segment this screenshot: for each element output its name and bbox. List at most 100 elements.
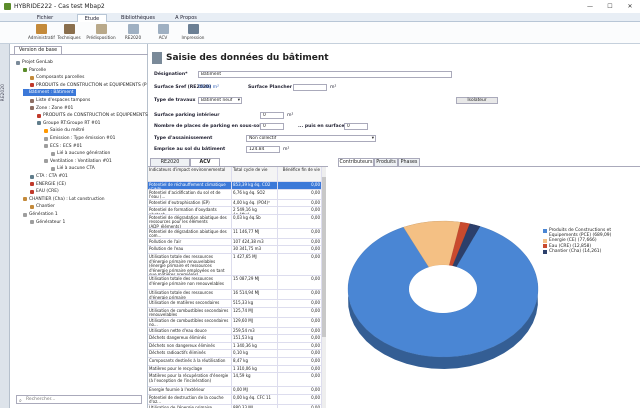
table-row[interactable]: Utilisation de combustibles secondaires …	[148, 307, 322, 318]
table-row[interactable]: Pollution de l'air 107 424,38 m3 0,00	[148, 238, 322, 247]
tree-item[interactable]: PRODUITS de CONSTRUCTION et EQUIPEMENTS …	[30, 82, 147, 89]
tree-node-icon	[30, 75, 34, 80]
tree-item[interactable]: EAU (CRE)	[30, 188, 59, 195]
tree-item[interactable]: Liste d'espaces tampons	[30, 97, 90, 104]
tree-item[interactable]: Lié à aucune génération	[51, 150, 110, 157]
assainissement-select[interactable]: Non collectif	[246, 135, 376, 142]
table-cell: 1 340,36 kg	[232, 342, 278, 350]
project-tree: Projet GenLab Parcelle Composants parcelle…	[10, 54, 148, 393]
tree-item[interactable]: Composants parcelles	[30, 74, 84, 81]
tree-item[interactable]: CTA : CTA #01	[30, 173, 68, 180]
emprise-field[interactable]: 124.84	[246, 146, 280, 153]
version-de-base-tab[interactable]: Version de base	[14, 46, 63, 54]
tree-node-icon	[30, 189, 34, 194]
table-row[interactable]: Potentiel de dégradation abiotique des c…	[148, 228, 322, 239]
table-scrollbar[interactable]	[322, 167, 326, 408]
techniques-button[interactable]: Techniques	[56, 24, 82, 43]
tree-item[interactable]: Parcelle	[23, 67, 46, 74]
table-row[interactable]: Déchets radioactifs éliminés 0,10 kg 0,00	[148, 350, 322, 358]
table-cell: 0,00	[278, 342, 322, 350]
minimize-button[interactable]: —	[580, 3, 600, 10]
parking-field[interactable]: 0	[260, 112, 284, 119]
tree-item[interactable]: Ventilation : Ventilation #01	[44, 158, 112, 165]
travaux-label: Type de travaux	[154, 98, 196, 103]
tree-node-icon	[30, 204, 34, 209]
places-field[interactable]: 0	[260, 123, 284, 130]
table-cell: Utilisation totale des ressources d'éner…	[148, 290, 232, 299]
tree-item[interactable]: Bâtiment : Bâtiment	[23, 89, 76, 97]
administratif-button[interactable]: Administratif	[28, 24, 55, 43]
parking-label: Surface parking intérieur	[154, 113, 220, 118]
tab-a-propos[interactable]: A Propos	[168, 14, 204, 22]
acv-button[interactable]: ACV	[150, 24, 176, 43]
techniques-icon	[63, 24, 75, 34]
isolateur-button[interactable]: Isolateur	[456, 97, 498, 104]
tree-item[interactable]: Générateur 1	[30, 219, 65, 226]
tree-item[interactable]: Groupe RT:Groupe RT #01	[37, 120, 100, 127]
travaux-select[interactable]: Bâtiment neuf	[198, 97, 242, 104]
close-button[interactable]: ✕	[620, 3, 640, 10]
table-row[interactable]: Déchets dangereux éliminés 151,53 kg 0,00	[148, 335, 322, 343]
table-row[interactable]: Potentiel de réchauffement climatique (G…	[148, 182, 322, 190]
designation-label: Désignation*	[154, 72, 188, 77]
table-row[interactable]: Potentiel de formation d'oxydants photoc…	[148, 207, 322, 215]
tree-item[interactable]: Zone : Zone #01	[30, 105, 73, 112]
predisposition-button[interactable]: Prédisposition	[86, 24, 116, 43]
table-row[interactable]: Utilisation totale des ressources d'éner…	[148, 290, 322, 300]
table-row[interactable]: Potentiel d'acidification du sol et de l…	[148, 189, 322, 200]
tab-phases[interactable]: Phases	[398, 158, 420, 166]
tab-etude[interactable]: Etude	[77, 14, 107, 22]
tree-item[interactable]: Projet GenLab	[16, 59, 53, 66]
table-cell: 0,00	[278, 350, 322, 357]
table-row[interactable]: Utilisation totale des ressources d'éner…	[148, 254, 322, 276]
table-row[interactable]: Potentiel de dégradation abiotique des r…	[148, 214, 322, 229]
tree-item-label: Zone : Zone #01	[36, 105, 74, 111]
tab-produits[interactable]: Produits	[374, 158, 398, 166]
re2020-side-tab[interactable]: RE2020	[1, 84, 6, 101]
table-row[interactable]: Matières pour la récupération d'énergie …	[148, 373, 322, 388]
tab-re2020[interactable]: RE2020	[150, 158, 190, 166]
tree-item[interactable]: ECS : ECS #01	[44, 143, 82, 150]
impact-table: Indicateurs d'impact environnemental Tota…	[148, 166, 328, 408]
table-cell: Utilisation totale des ressources d'éner…	[148, 254, 232, 275]
tree-item[interactable]: PRODUITS de CONSTRUCTION et EQUIPEMENTS	[37, 112, 148, 119]
table-row[interactable]: Utilisation nette d'eau douce 259,54 m3 0,…	[148, 327, 322, 336]
project-tree-panel: Version de base Projet GenLab Parcelle Com…	[10, 44, 148, 408]
table-row[interactable]: Composants destinés à la réutilisation 8,…	[148, 358, 322, 366]
table-row[interactable]: Utilisation totale des ressources d'éner…	[148, 276, 322, 290]
places-extra-field[interactable]: 0	[344, 123, 368, 130]
table-row[interactable]: Matières pour le recyclage 1 310,06 kg 0,0…	[148, 365, 322, 374]
tree-item[interactable]: Lié à aucune CTA	[51, 165, 95, 172]
table-cell: Energie fournie à l'extérieur	[148, 387, 232, 394]
column-header: Indicateurs d'impact environnemental	[148, 167, 232, 181]
table-row[interactable]: Potentiel de destruction de la couche d'…	[148, 394, 322, 405]
re2020-button[interactable]: RE2020	[120, 24, 146, 43]
tab-bibliotheques[interactable]: Bibliothèques	[116, 14, 160, 22]
impression-button[interactable]: Impression	[180, 24, 206, 43]
tree-item[interactable]: Génération 1	[23, 211, 58, 218]
table-cell: 8,47 kg	[232, 358, 278, 365]
parking-unit: m²	[287, 113, 294, 118]
table-row[interactable]: Déchets non dangereux éliminés 1 340,36 k…	[148, 342, 322, 351]
tree-item[interactable]: ENERGIE (CE)	[30, 181, 66, 188]
tree-item[interactable]: Chantier	[30, 203, 55, 210]
table-row[interactable]: Utilisation de matières secondaires 515,3…	[148, 300, 322, 308]
scrollbar-thumb[interactable]	[322, 177, 326, 337]
designation-field[interactable]: Bâtiment	[198, 71, 452, 78]
tree-search-input[interactable]: ⌕ Rechercher...	[16, 395, 142, 404]
tab-contributeurs[interactable]: Contributeurs	[338, 158, 374, 166]
table-row[interactable]: Pollution de l'eau 30 341,75 m3 0,00	[148, 246, 322, 254]
tree-node-icon	[44, 136, 48, 141]
table-row[interactable]: Utilisation de combustibles secondaires …	[148, 317, 322, 328]
tree-item[interactable]: Emission : Type émission #01	[44, 135, 115, 142]
plancher-field[interactable]	[293, 84, 327, 91]
maximize-button[interactable]: ☐	[600, 3, 620, 10]
tree-item[interactable]: CHANTIER (Cha) : Lot construction	[23, 196, 105, 203]
places-extra-label: ... puis en surface	[298, 124, 345, 129]
tab-acv[interactable]: ACV	[190, 158, 220, 166]
table-row[interactable]: Energie fournie à l'extérieur 0,00 MJ 0,00	[148, 387, 322, 395]
tree-item[interactable]: Saisie du métré	[44, 127, 84, 134]
tab-fichier[interactable]: Fichier	[30, 14, 60, 22]
table-row[interactable]: Potentiel d'eutrophisation (EP) 4,00 kg é…	[148, 199, 322, 208]
search-icon: ⌕	[19, 398, 22, 404]
